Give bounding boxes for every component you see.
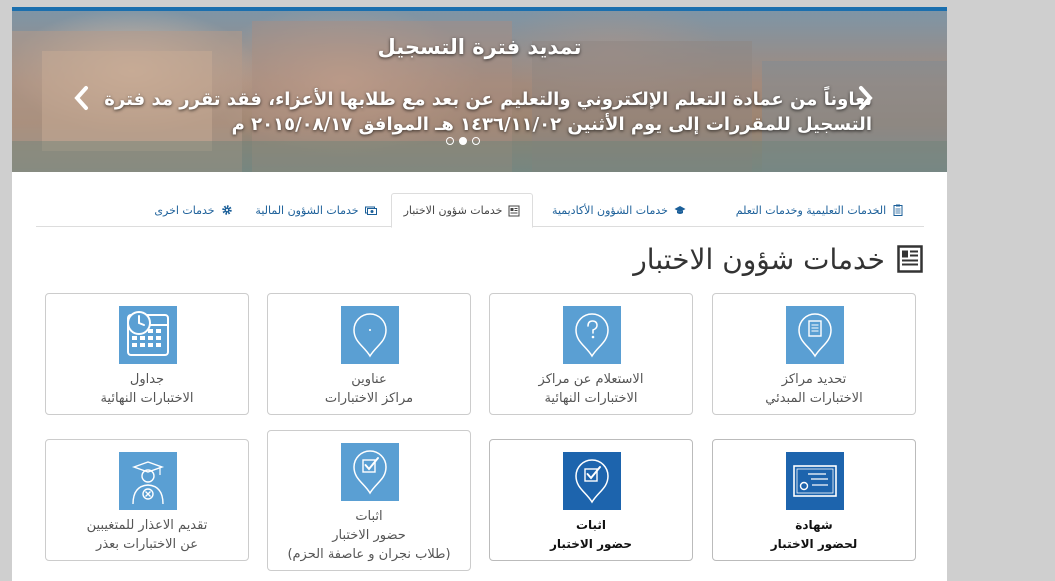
card-attendance-certificate[interactable]: شهادة لحضور الاختبار — [712, 439, 916, 561]
card-final-exam-centers-query[interactable]: الاستعلام عن مراكز الاختبارات النهائية — [489, 293, 693, 415]
card-note: (طلاب نجران و عاصفة الحزم) — [287, 547, 451, 562]
tab-educational-services[interactable]: الخدمات التعليمية وخدمات التعلم — [716, 193, 924, 227]
section-header: خدمات شؤون الاختبار — [633, 239, 923, 279]
card-subtitle: الاختبارات النهائية — [100, 391, 194, 406]
card-title: شهادة — [795, 518, 833, 532]
tab-label: خدمات الشؤون الأكاديمية — [552, 203, 668, 217]
card-subtitle: مراكز الاختبارات — [324, 391, 414, 406]
page-title: خدمات شؤون الاختبار — [633, 242, 885, 276]
slider-dot[interactable] — [472, 137, 480, 145]
card-initial-exam-centers[interactable]: تحديد مراكز الاختبارات المبدئي — [712, 293, 916, 415]
tab-exam-services[interactable]: خدمات شؤون الاختبار — [391, 193, 533, 228]
slider-dots — [446, 135, 486, 147]
slider-text: تعاوناً من عمادة التعلم الإلكتروني والتع… — [104, 89, 872, 135]
announcement-slider[interactable]: تمديد فترة التسجيل تعاوناً من عمادة التع… — [12, 11, 947, 172]
location-pin-icon — [341, 306, 399, 364]
card-final-exam-schedules[interactable]: جداول الاختبارات النهائية — [45, 293, 249, 415]
card-subtitle: لحضور الاختبار — [770, 537, 858, 551]
clipboard-icon — [893, 204, 903, 216]
card-subtitle: حضور الاختبار — [550, 537, 632, 551]
graduation-cap-icon — [674, 206, 686, 214]
certificate-icon — [786, 452, 844, 510]
card-title: عناوين — [351, 372, 387, 387]
card-absence-excuse[interactable]: تقديم الاعذار للمتغيبين عن الاختبارات بعذ… — [45, 439, 249, 561]
student-excuse-icon — [119, 452, 177, 510]
tab-academic-services[interactable]: خدمات الشؤون الأكاديمية — [539, 193, 699, 227]
document-pin-icon — [786, 306, 844, 364]
card-title: جداول — [129, 372, 165, 387]
card-title: تحديد مراكز — [781, 372, 847, 387]
slider-dot[interactable] — [459, 137, 467, 145]
check-pin-icon — [341, 443, 399, 501]
tab-other-services[interactable]: خدمات اخرى — [146, 193, 241, 227]
tab-label: الخدمات التعليمية وخدمات التعلم — [735, 203, 887, 217]
page: تمديد فترة التسجيل تعاوناً من عمادة التع… — [12, 7, 947, 581]
card-subtitle: عن الاختبارات بعذر — [96, 537, 198, 552]
card-attendance-proof[interactable]: اثبات حضور الاختبار — [489, 439, 693, 561]
tab-label: خدمات شؤون الاختبار — [403, 204, 503, 217]
question-pin-icon — [563, 306, 621, 364]
card-subtitle: حضور الاختبار — [332, 528, 406, 543]
tab-label: خدمات الشؤون المالية — [255, 203, 359, 217]
card-attendance-proof-najran[interactable]: اثبات حضور الاختبار (طلاب نجران و عاصفة ال… — [267, 430, 471, 571]
card-title: اثبات — [575, 518, 607, 532]
newspaper-icon — [508, 205, 520, 216]
service-tabs: الخدمات التعليمية وخدمات التعلم خدمات ال… — [36, 192, 924, 228]
calendar-clock-icon — [119, 306, 177, 364]
card-subtitle: الاختبارات النهائية — [544, 391, 638, 406]
check-pin-icon — [563, 452, 621, 510]
card-title: تقديم الاعذار للمتغيبين — [86, 518, 208, 533]
slider-dot[interactable] — [446, 137, 454, 145]
tab-financial-services[interactable]: خدمات الشؤون المالية — [246, 193, 386, 227]
card-title: الاستعلام عن مراكز — [538, 372, 644, 387]
newspaper-icon — [897, 245, 923, 273]
gear-icon — [221, 205, 232, 215]
slider-next-arrow-icon[interactable] — [855, 85, 875, 111]
slider-prev-arrow-icon[interactable] — [72, 85, 92, 111]
tab-label: خدمات اخرى — [154, 203, 215, 217]
card-exam-center-addresses[interactable]: عناوين مراكز الاختبارات — [267, 293, 471, 415]
slider-title: تمديد فترة التسجيل — [377, 35, 582, 59]
money-icon — [364, 206, 377, 215]
card-subtitle: الاختبارات المبدئي — [765, 391, 863, 406]
card-title: اثبات — [355, 509, 383, 524]
